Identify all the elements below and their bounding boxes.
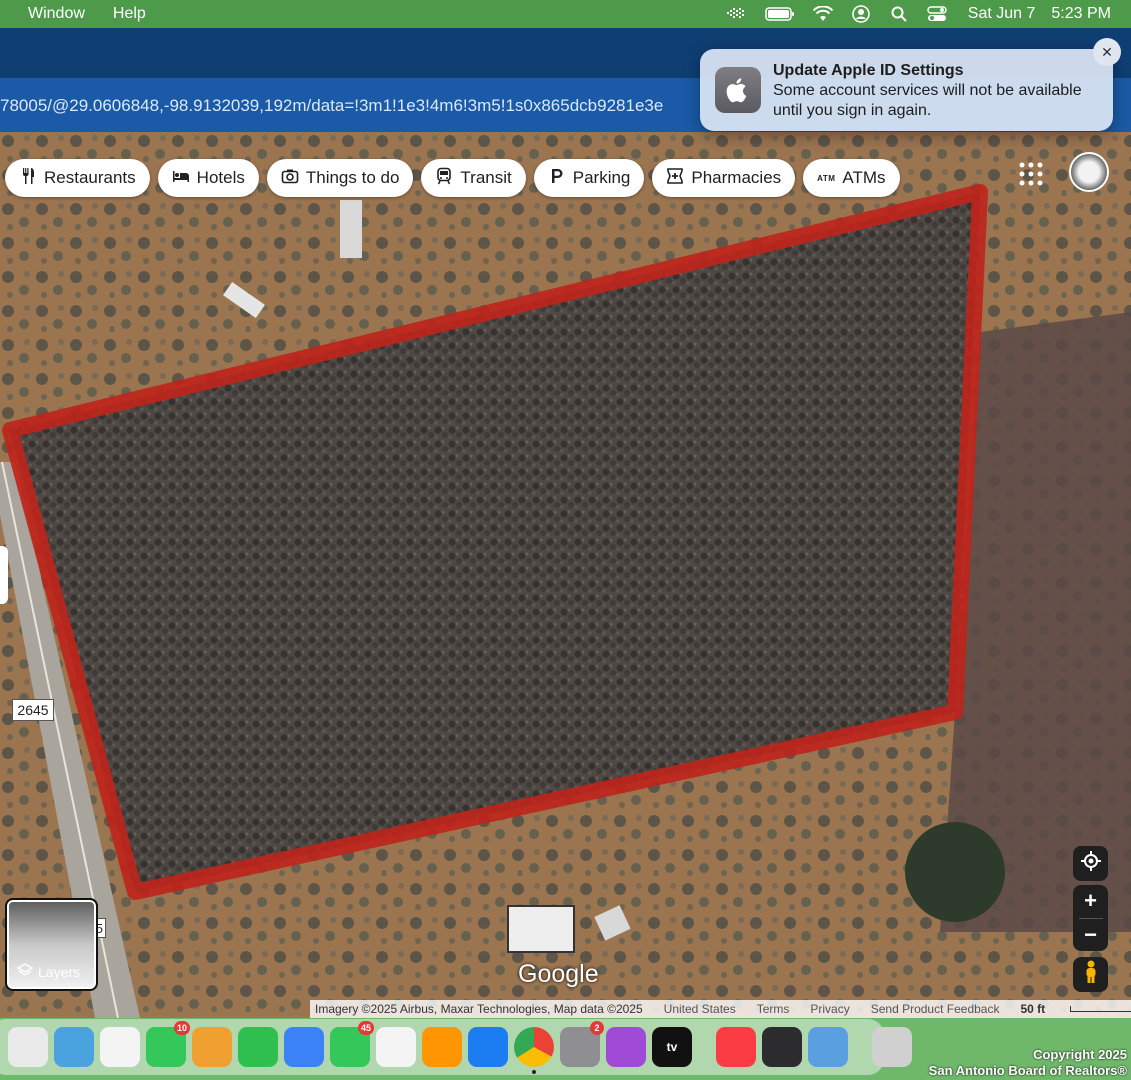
user-icon[interactable] bbox=[850, 5, 872, 23]
camera-icon bbox=[281, 167, 299, 190]
copyright-watermark: Copyright 2025 San Antonio Board of Real… bbox=[929, 1047, 1127, 1079]
chip-hotels[interactable]: Hotels bbox=[157, 159, 259, 197]
running-indicator bbox=[532, 1070, 536, 1074]
dock-numbers-icon[interactable] bbox=[238, 1027, 278, 1067]
menu-bar: Window Help Sat Jun 7 5:23 PM bbox=[0, 0, 1131, 28]
feedback-link[interactable]: Send Product Feedback bbox=[871, 1002, 1000, 1016]
battery-icon[interactable] bbox=[764, 5, 796, 23]
apple-icon bbox=[715, 67, 761, 113]
watermark-line-2: San Antonio Board of Realtors® bbox=[928, 1063, 1127, 1078]
zoom-in-button[interactable]: + bbox=[1073, 885, 1108, 918]
chip-transit[interactable]: Transit bbox=[421, 159, 526, 197]
dock-books-icon[interactable] bbox=[422, 1027, 462, 1067]
dock-preview-icon[interactable] bbox=[808, 1027, 848, 1067]
dock-music-icon[interactable] bbox=[716, 1027, 756, 1067]
dock-app-store-icon[interactable] bbox=[468, 1027, 508, 1067]
close-icon: ✕ bbox=[1101, 43, 1113, 60]
status-area: Sat Jun 7 5:23 PM bbox=[726, 0, 1111, 28]
privacy-link[interactable]: Privacy bbox=[810, 1002, 849, 1016]
crosshair-icon bbox=[1080, 851, 1101, 876]
zoom-out-button[interactable]: − bbox=[1073, 918, 1108, 951]
dock-messages-icon[interactable]: 45 bbox=[330, 1021, 374, 1067]
chip-atms[interactable]: ATM ATMs bbox=[803, 159, 900, 197]
chip-label: ATMs bbox=[842, 168, 886, 187]
apps-grid-icon[interactable] bbox=[1018, 161, 1044, 187]
notification-body: Some account services will not be availa… bbox=[773, 82, 1082, 119]
dock-app-text: tv bbox=[666, 1040, 678, 1054]
chip-parking[interactable]: Parking bbox=[533, 159, 645, 197]
bed-icon bbox=[172, 167, 190, 190]
my-location-button[interactable] bbox=[1073, 846, 1108, 881]
dock-photos-icon[interactable] bbox=[100, 1027, 140, 1067]
layers-button[interactable]: Layers bbox=[5, 898, 98, 991]
dock-facetime-icon[interactable]: 10 bbox=[146, 1021, 190, 1067]
chip-restaurants[interactable]: Restaurants bbox=[5, 159, 150, 197]
menu-help[interactable]: Help bbox=[113, 5, 146, 23]
dock-badge: 10 bbox=[173, 1021, 190, 1035]
menubar-date[interactable]: Sat Jun 7 bbox=[968, 5, 1036, 23]
dock-system-settings-icon[interactable]: 2 bbox=[560, 1021, 604, 1067]
dock-news-icon[interactable] bbox=[376, 1027, 416, 1067]
street-view-pegman[interactable] bbox=[1073, 957, 1108, 992]
zoom-controls: + − bbox=[1073, 885, 1108, 951]
layers-label: Layers bbox=[38, 963, 81, 980]
fork-knife-icon bbox=[19, 167, 37, 190]
dock-chrome-icon[interactable] bbox=[514, 1027, 554, 1074]
chip-pharmacies[interactable]: Pharmacies bbox=[652, 159, 796, 197]
pharmacy-icon bbox=[666, 167, 684, 190]
dock-maps-icon[interactable] bbox=[54, 1027, 94, 1067]
terms-link[interactable]: Terms bbox=[757, 1002, 790, 1016]
dock-keynote-icon[interactable] bbox=[284, 1027, 324, 1067]
scale-bar bbox=[1070, 1006, 1131, 1012]
dock-trash-icon[interactable] bbox=[872, 1027, 912, 1067]
dock-badge: 45 bbox=[357, 1021, 374, 1035]
notification-title: Update Apple ID Settings bbox=[773, 62, 964, 79]
atm-icon: ATM bbox=[817, 173, 836, 183]
layers-label-group: Layers bbox=[16, 962, 81, 981]
search-icon[interactable] bbox=[888, 5, 910, 23]
dock-pages-icon[interactable] bbox=[192, 1027, 232, 1067]
chip-label: Hotels bbox=[196, 168, 245, 187]
address-text[interactable]: 78005/@29.0606848,-98.9132039,192m/data=… bbox=[0, 96, 663, 115]
chip-label: Restaurants bbox=[44, 168, 136, 187]
chip-label: Parking bbox=[572, 168, 631, 187]
layers-icon bbox=[16, 962, 34, 981]
grid-icon[interactable] bbox=[726, 5, 748, 23]
map-scale[interactable]: 50 ft bbox=[1020, 1002, 1131, 1016]
satellite-map[interactable] bbox=[0, 132, 1131, 1018]
control-center-icon[interactable] bbox=[926, 5, 948, 23]
dock-quicktime-icon[interactable] bbox=[762, 1027, 802, 1067]
notification-close-button[interactable]: ✕ bbox=[1093, 38, 1121, 66]
map-attribution: Imagery ©2025 Airbus, Maxar Technologies… bbox=[310, 1000, 1131, 1018]
pegman-icon bbox=[1084, 960, 1098, 989]
train-icon bbox=[435, 167, 453, 190]
parking-icon bbox=[548, 167, 566, 190]
dock-finder-icon[interactable] bbox=[8, 1027, 48, 1067]
chip-label: Transit bbox=[460, 168, 512, 187]
scale-label: 50 ft bbox=[1020, 1002, 1046, 1016]
category-chips: Restaurants Hotels Things to do Transit … bbox=[5, 159, 900, 197]
notification-banner[interactable]: Update Apple ID Settings Some account se… bbox=[700, 49, 1113, 131]
dock-apple-tv-icon[interactable]: tv bbox=[652, 1027, 692, 1067]
country-link[interactable]: United States bbox=[664, 1002, 736, 1016]
dock-badge: 2 bbox=[590, 1021, 604, 1035]
wifi-icon[interactable] bbox=[812, 5, 834, 23]
watermark-line-1: Copyright 2025 bbox=[1033, 1047, 1127, 1062]
menu-window[interactable]: Window bbox=[28, 5, 85, 23]
chip-label: Things to do bbox=[305, 168, 400, 187]
chip-things-to-do[interactable]: Things to do bbox=[266, 159, 414, 197]
dock: 10 45 2 tv bbox=[0, 1019, 912, 1075]
map-imagery bbox=[0, 132, 1131, 1018]
account-avatar[interactable] bbox=[1069, 152, 1109, 192]
side-panel-toggle[interactable] bbox=[0, 546, 8, 604]
google-logo: Google bbox=[518, 960, 599, 988]
imagery-credit: Imagery ©2025 Airbus, Maxar Technologies… bbox=[315, 1002, 643, 1016]
chip-label: Pharmacies bbox=[691, 168, 782, 187]
menubar-time[interactable]: 5:23 PM bbox=[1051, 5, 1111, 23]
dock-podcasts-icon[interactable] bbox=[606, 1027, 646, 1067]
road-shield-label: 2645 bbox=[12, 699, 54, 721]
